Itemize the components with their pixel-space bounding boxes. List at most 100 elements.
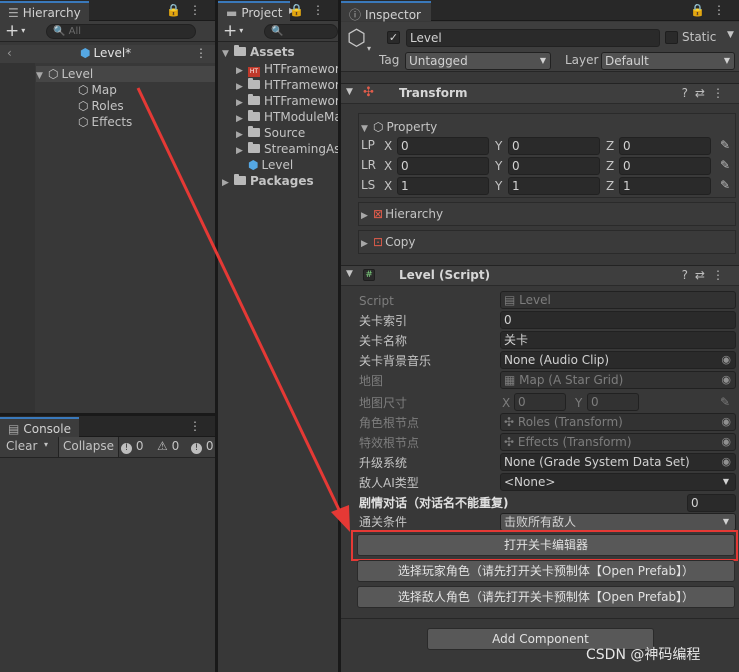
lr-x-input[interactable]: 0 [397, 157, 489, 175]
lp-x-input[interactable]: 0 [397, 137, 489, 155]
object-picker-icon[interactable]: ◉ [721, 352, 731, 368]
hierarchy-item-roles[interactable]: ⬡ Roles [78, 98, 124, 114]
collapsed-arrow-icon[interactable]: ▶ [361, 208, 373, 224]
folder-icon [234, 45, 246, 56]
ls-z-input[interactable]: 1 [619, 177, 711, 195]
map-size-y-label: Y [575, 396, 583, 410]
info-tab-icon: ⓘ [349, 8, 362, 22]
chevron-down-icon: ▼ [722, 517, 729, 526]
object-name-input[interactable]: Level [406, 29, 660, 47]
tab-hierarchy[interactable]: ☰ Hierarchy [0, 1, 89, 21]
tag-dropdown[interactable]: Untagged ▼ [405, 52, 551, 70]
project-item-assets[interactable]: ▼ Assets [222, 44, 295, 60]
warning-toggle[interactable]: ⚠ 0 [157, 439, 179, 453]
project-folder-2[interactable]: ▶ HTFramewor [236, 77, 338, 93]
property-foldout[interactable]: ▼ ⬡ Property [361, 119, 437, 135]
folder-icon [248, 110, 260, 121]
level-name-label: 关卡名称 [359, 334, 408, 348]
search-icon: 🔍 [271, 26, 284, 37]
project-folder-5[interactable]: ▶ Source [236, 125, 305, 141]
bgm-object-field[interactable]: None (Audio Clip) ◉ [500, 351, 736, 369]
object-header: ⬡ ▾ ✓ Level Static ▼ Tag Untagged ▼ Laye… [341, 22, 739, 72]
level-index-input[interactable]: 0 [500, 311, 736, 329]
collapse-button[interactable]: Collapse [58, 437, 119, 457]
gameobject-icon: ⬡ [78, 83, 89, 97]
enemy-ai-dropdown[interactable]: <None> ▼ [500, 473, 736, 491]
folder-icon [248, 126, 260, 137]
active-checkbox[interactable]: ✓ [387, 31, 400, 44]
back-icon[interactable]: ‹ [7, 45, 12, 61]
expand-arrow-icon[interactable]: ▼ [36, 68, 48, 84]
object-picker-icon[interactable]: ◉ [721, 454, 731, 470]
level-script-header[interactable]: ▼ # Level (Script) ?⇄⋮ [341, 265, 739, 286]
ls-x-label: X [384, 179, 393, 193]
ls-y-input[interactable]: 1 [508, 177, 600, 195]
tab-console[interactable]: ▤ Console [0, 417, 79, 437]
info-icon: ! [121, 443, 132, 454]
edit-pencil-icon[interactable]: ✎ [720, 158, 730, 172]
icon-dropdown-icon[interactable]: ▾ [367, 44, 371, 53]
select-player-button[interactable]: 选择玩家角色（请先打开关卡预制体【Open Prefab】） [357, 560, 735, 582]
edit-pencil-icon[interactable]: ✎ [720, 178, 730, 192]
component-menu-icons[interactable]: ?⇄⋮ [682, 86, 731, 100]
panel-menu-icons[interactable]: 🔒⋮ [690, 3, 733, 17]
expand-arrow-icon[interactable]: ▼ [222, 46, 234, 62]
foldout-arrow-icon[interactable]: ▼ [361, 121, 373, 137]
foldout-arrow-icon[interactable]: ▼ [346, 87, 353, 97]
project-folder-6[interactable]: ▶ StreamingAs [236, 141, 338, 157]
grade-system-field[interactable]: None (Grade System Data Set) ◉ [500, 453, 736, 471]
hierarchy-foldout[interactable]: ▶ ⊠ Hierarchy [361, 206, 443, 222]
collapsed-arrow-icon[interactable]: ▶ [361, 236, 373, 252]
static-dropdown-icon[interactable]: ▼ [727, 30, 734, 40]
grade-system-label: 升级系统 [359, 456, 408, 470]
hierarchy-item-effects[interactable]: ⬡ Effects [78, 114, 132, 130]
warning-icon: ⚠ [157, 439, 168, 453]
scene-header[interactable]: ‹ ⬢ Level* ⋮ [0, 45, 215, 63]
hierarchy-item-map[interactable]: ⬡ Map [78, 82, 117, 98]
layer-dropdown[interactable]: Default ▼ [601, 52, 735, 70]
project-folder-4[interactable]: ▶ HTModuleMa [236, 109, 338, 125]
scene-menu-icon[interactable]: ⋮ [195, 45, 207, 61]
copy-foldout[interactable]: ▶ ⊡ Copy [361, 234, 416, 250]
folder-icon [248, 78, 260, 89]
transform-header[interactable]: ▼ ✣ Transform ?⇄⋮ [341, 83, 739, 104]
select-enemy-button[interactable]: 选择敌人角色（请先打开关卡预制体【Open Prefab】） [357, 586, 735, 608]
project-item-level-scene[interactable]: ⬢ Level [248, 157, 293, 173]
hierarchy-search-input[interactable]: 🔍 All [46, 24, 196, 39]
dialog-count-input[interactable]: 0 [687, 494, 736, 512]
project-search-input[interactable]: 🔍 [264, 24, 338, 39]
clear-button[interactable]: Clear [6, 439, 37, 453]
collapsed-arrow-icon[interactable]: ▶ [236, 143, 248, 159]
edit-pencil-icon[interactable]: ✎ [720, 138, 730, 152]
tab-inspector[interactable]: ⓘ Inspector [341, 1, 431, 22]
panel-menu-icon[interactable]: ⋮ [189, 419, 209, 433]
gameobject-large-icon[interactable]: ⬡ [347, 26, 366, 51]
log-toggle[interactable]: ! 0 [121, 439, 143, 454]
pass-condition-dropdown[interactable]: 击败所有敌人 ▼ [500, 513, 736, 531]
project-item-packages[interactable]: ▶ Packages [222, 173, 314, 189]
tab-project[interactable]: ▬ Project [218, 1, 291, 21]
script-checkbox[interactable]: # [363, 269, 375, 281]
error-toggle[interactable]: ! 0 [191, 439, 213, 454]
prefab-cube-icon: ⬢ [80, 46, 91, 60]
collapsed-arrow-icon[interactable]: ▶ [222, 175, 234, 191]
component-menu-icons[interactable]: ?⇄⋮ [682, 268, 731, 282]
lr-z-input[interactable]: 0 [619, 157, 711, 175]
static-checkbox[interactable] [665, 31, 678, 44]
project-folder-3[interactable]: ▶ HTFramewor [236, 93, 338, 109]
lp-y-input[interactable]: 0 [508, 137, 600, 155]
lp-z-input[interactable]: 0 [619, 137, 711, 155]
foldout-arrow-icon[interactable]: ▼ [346, 269, 353, 279]
open-level-editor-button[interactable]: 打开关卡编辑器 [357, 534, 735, 556]
ls-x-input[interactable]: 1 [397, 177, 489, 195]
panel-menu-icons[interactable]: 🔒⋮ [289, 3, 332, 17]
project-folder-1[interactable]: ▶HTHTFramework [236, 61, 338, 77]
folder-tab-icon: ▬ [226, 6, 238, 20]
level-name-input[interactable]: 关卡 [500, 331, 736, 349]
create-asset-button[interactable]: + ▾ [223, 21, 243, 41]
clear-dropdown-icon[interactable]: ▾ [44, 440, 48, 449]
hierarchy-item-level[interactable]: ▼ ⬡ Level [36, 66, 215, 82]
panel-menu-icons[interactable]: 🔒⋮ [166, 3, 209, 17]
lr-y-input[interactable]: 0 [508, 157, 600, 175]
create-button[interactable]: + ▾ [5, 21, 25, 41]
